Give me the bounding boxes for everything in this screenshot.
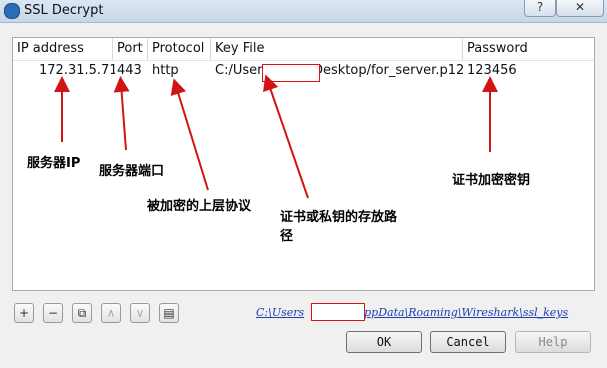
cancel-button[interactable]: Cancel — [430, 331, 506, 353]
move-down-button[interactable]: ∨ — [130, 303, 150, 323]
remove-entry-button[interactable]: − — [43, 303, 63, 323]
help-button[interactable]: Help — [515, 331, 591, 353]
annotation-key-path-line2: 径 — [280, 229, 294, 244]
annotation-server-ip: 服务器IP — [27, 156, 81, 171]
path-redaction-box — [311, 303, 365, 321]
arrow-protocol — [170, 78, 209, 191]
annotation-protocol: 被加密的上层协议 — [147, 199, 252, 214]
move-up-button[interactable]: ∧ — [101, 303, 121, 323]
annotation-server-port: 服务器端口 — [99, 164, 165, 179]
path-link-prefix: C:\Users — [256, 306, 305, 319]
clear-list-button[interactable]: ▤ — [159, 303, 179, 323]
annotation-password: 证书加密密钥 — [452, 173, 531, 188]
add-entry-button[interactable]: + — [14, 303, 34, 323]
arrow-key-path — [263, 74, 309, 199]
ssl-keys-path-link[interactable]: C:\Users AppData\Roaming\Wireshark\ssl_ke… — [256, 306, 568, 319]
arrow-server-port — [113, 76, 130, 151]
ok-button[interactable]: OK — [346, 331, 422, 353]
annotation-key-path-line1: 证书或私钥的存放路 — [280, 210, 398, 225]
path-link-suffix: AppData\Roaming\Wireshark\ssl_keys — [356, 306, 569, 319]
copy-entry-button[interactable]: ⧉ — [72, 303, 92, 323]
